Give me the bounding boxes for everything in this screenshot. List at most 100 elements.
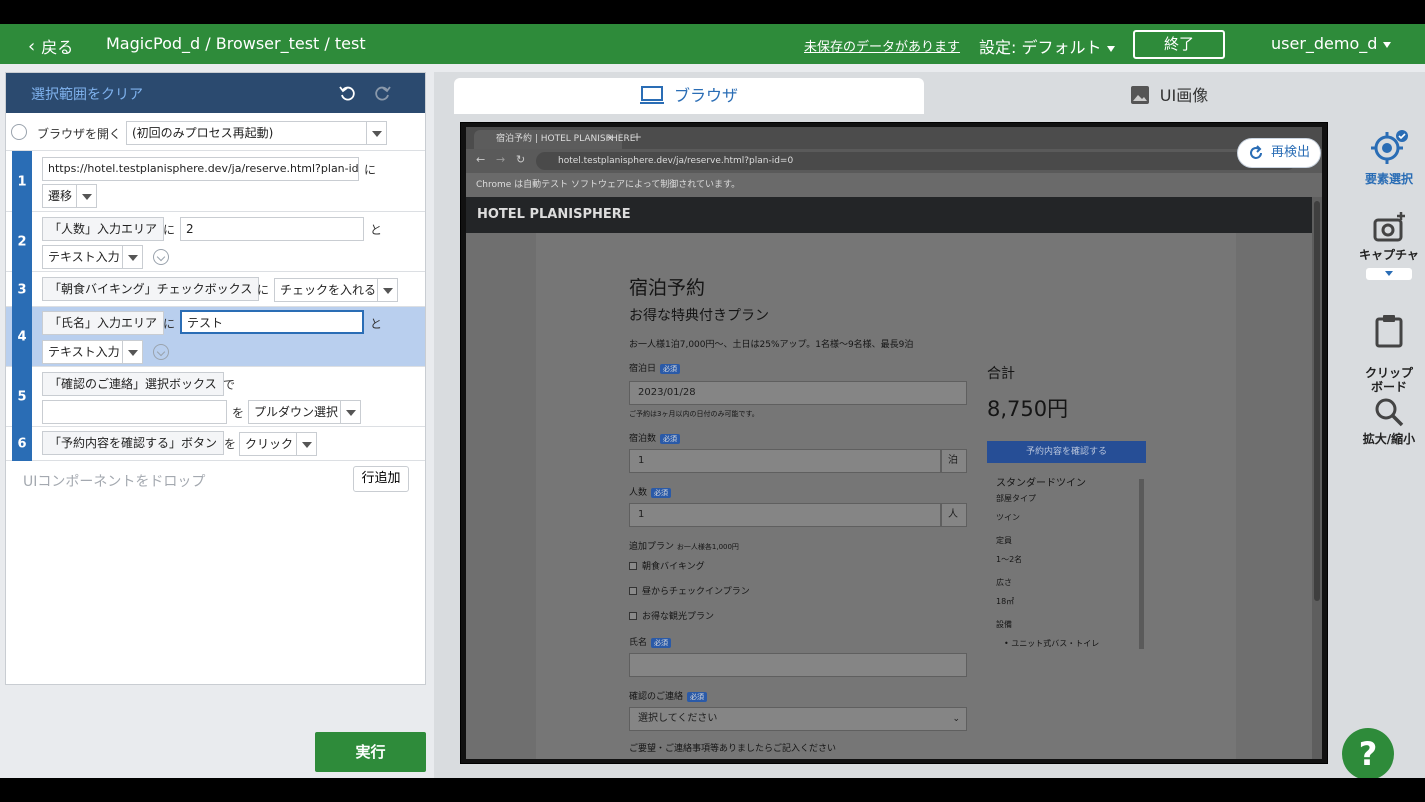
help-button[interactable]: ? xyxy=(1342,728,1394,778)
clipboard-label: クリップ ボード xyxy=(1364,366,1413,394)
target-element-tag[interactable]: 「予約内容を確認する」ボタン xyxy=(42,431,225,455)
address-bar: ← → ↻ hotel.testplanisphere.dev/ja/reser… xyxy=(466,149,1322,173)
browser-screen[interactable]: 宿泊予約 | HOTEL PLANISPHERE × + ← → ↻ hotel… xyxy=(466,127,1322,759)
target-element-tag[interactable]: 「確認のご連絡」選択ボックス xyxy=(42,372,224,396)
nights-label: 宿泊数 必須 xyxy=(629,431,681,444)
contact-label: 確認のご連絡 必須 xyxy=(629,689,708,702)
browser-preview[interactable]: 宿泊予約 | HOTEL PLANISPHERE × + ← → ↻ hotel… xyxy=(460,122,1328,764)
action-select[interactable]: クリック xyxy=(239,432,317,456)
drop-zone-label[interactable]: UIコンポーネントをドロップ xyxy=(23,471,205,491)
breakfast-checkbox[interactable] xyxy=(629,562,637,570)
action-select[interactable]: 遷移 xyxy=(42,184,97,208)
particle-ni: に xyxy=(163,317,176,331)
name-field[interactable] xyxy=(629,653,967,677)
room-name: スタンダードツイン xyxy=(996,478,1086,489)
close-icon[interactable]: × xyxy=(606,130,614,149)
crosshair-icon xyxy=(1371,130,1408,164)
target-element-tag[interactable]: 「朝食バイキング」チェックボックス xyxy=(42,277,260,301)
action-select[interactable]: プルダウン選択 xyxy=(248,400,361,424)
clear-selection-link[interactable]: 選択範囲をクリア xyxy=(31,84,143,104)
steps-header: 選択範囲をクリア xyxy=(6,73,425,113)
confirm-reservation-button[interactable]: 予約内容を確認する xyxy=(987,441,1146,463)
action-select[interactable]: チェックを入れる xyxy=(274,278,398,302)
addon-sightseeing-label: お得な観光プラン xyxy=(642,612,715,622)
value-input[interactable]: 2 xyxy=(180,217,364,241)
date-field[interactable]: 2023/01/28 xyxy=(629,381,967,405)
particle-wo: を xyxy=(224,437,237,451)
scrollbar-thumb[interactable] xyxy=(1314,201,1320,601)
action-label: 遷移 xyxy=(48,189,73,203)
contact-select[interactable]: 選択してください ⌄ xyxy=(629,707,967,731)
tab-browser[interactable]: ブラウザ xyxy=(454,78,924,114)
url-field[interactable]: https://hotel.testplanisphere.dev/ja/res… xyxy=(42,157,359,181)
element-select-tool[interactable]: 要素選択 xyxy=(1354,128,1424,186)
back-label: 戻る xyxy=(41,38,74,57)
run-button[interactable]: 実行 xyxy=(315,732,426,772)
room-type-label: 部屋タイプ xyxy=(996,494,1036,503)
value-input[interactable]: テスト xyxy=(180,310,364,334)
particle-wo: を xyxy=(232,406,245,420)
target-element-tag[interactable]: 「人数」入力エリア xyxy=(42,217,165,241)
total-value: 8,750円 xyxy=(987,397,1069,421)
unsaved-link[interactable]: 未保存のデータがあります xyxy=(804,36,960,55)
open-browser-select[interactable]: (初回のみプロセス再起動) xyxy=(126,121,387,145)
room-scrollbar[interactable] xyxy=(1139,479,1144,649)
zoom-tool[interactable]: 拡大/縮小 xyxy=(1354,396,1424,446)
camera-icon xyxy=(1373,212,1405,242)
finish-button[interactable]: 終了 xyxy=(1133,30,1225,59)
room-equipment-label: 設備 xyxy=(996,620,1012,629)
room-equipment-item: • ユニット式バス・トイレ xyxy=(1004,639,1100,648)
forward-arrow-icon[interactable]: → xyxy=(496,153,505,166)
step-row[interactable]: 5 「確認のご連絡」選択ボックス で を プルダウン選択 xyxy=(6,367,425,427)
caret-down-icon xyxy=(76,185,96,207)
clipboard-tool[interactable]: クリップ ボード xyxy=(1354,300,1424,394)
open-browser-step: ブラウザを開く (初回のみプロセス再起動) xyxy=(6,113,425,151)
date-note: ご予約は3ヶ月以内の日付のみ可能です。 xyxy=(629,410,759,418)
step-row-selected[interactable]: 4 「氏名」入力エリア に テスト と テキスト入力 xyxy=(6,307,425,367)
action-select[interactable]: テキスト入力 xyxy=(42,340,143,364)
step-row[interactable]: 3 「朝食バイキング」チェックボックス に チェックを入れる xyxy=(6,272,425,307)
redo-icon[interactable] xyxy=(372,83,392,103)
step-row[interactable]: 2 「人数」入力エリア に 2 と テキスト入力 xyxy=(6,212,425,272)
early-checkin-checkbox[interactable] xyxy=(629,587,637,595)
capture-dropdown[interactable] xyxy=(1366,268,1412,280)
refresh-icon xyxy=(1250,145,1262,159)
people-field[interactable]: 1 xyxy=(629,503,941,527)
add-row-button[interactable]: 行追加 xyxy=(353,466,409,492)
capture-tool[interactable]: キャプチャ xyxy=(1354,210,1424,280)
tab-ui-image[interactable]: UI画像 xyxy=(934,78,1404,114)
particle-to: と xyxy=(370,223,383,237)
redetect-button[interactable]: 再検出 xyxy=(1237,138,1321,168)
page-title: 宿泊予約 xyxy=(629,277,706,299)
nights-field[interactable]: 1 xyxy=(629,449,941,473)
expand-icon[interactable] xyxy=(153,344,169,360)
chevron-left-icon: ‹ xyxy=(28,35,36,57)
redetect-label: 再検出 xyxy=(1271,145,1311,160)
open-browser-label: ブラウザを開く xyxy=(37,127,122,141)
action-select[interactable]: テキスト入力 xyxy=(42,245,143,269)
step-number: 5 xyxy=(12,367,32,427)
expand-icon[interactable] xyxy=(153,249,169,265)
sightseeing-checkbox[interactable] xyxy=(629,612,637,620)
reload-icon[interactable]: ↻ xyxy=(516,153,525,166)
action-label: プルダウン選択 xyxy=(254,405,339,419)
target-element-tag[interactable]: 「氏名」入力エリア xyxy=(42,311,165,335)
undo-icon[interactable] xyxy=(338,83,358,103)
room-size-value: 18㎡ xyxy=(996,597,1015,606)
plan-description: お一人様1泊7,000円〜、土日は25%アップ。1名様〜9名様、最長9泊 xyxy=(629,340,914,350)
step-radio[interactable] xyxy=(11,124,27,140)
capture-label: キャプチャ xyxy=(1359,248,1419,262)
back-button[interactable]: ‹ 戻る xyxy=(28,34,73,58)
settings-dropdown[interactable]: 設定: デフォルト xyxy=(979,34,1116,58)
new-tab-icon[interactable]: + xyxy=(632,130,642,144)
url-bar[interactable]: hotel.testplanisphere.dev/ja/reserve.htm… xyxy=(536,152,1296,170)
step-row[interactable]: 1 https://hotel.testplanisphere.dev/ja/r… xyxy=(6,151,425,212)
date-label: 宿泊日 必須 xyxy=(629,361,681,374)
user-menu[interactable]: user_demo_d xyxy=(1271,34,1392,53)
nights-unit: 泊 xyxy=(941,449,967,473)
value-input[interactable] xyxy=(42,400,227,424)
browser-tab[interactable]: 宿泊予約 | HOTEL PLANISPHERE × xyxy=(474,130,635,149)
page-scrollbar[interactable] xyxy=(1312,197,1322,759)
step-row[interactable]: 6 「予約内容を確認する」ボタン を クリック xyxy=(6,427,425,461)
back-arrow-icon[interactable]: ← xyxy=(476,153,485,166)
